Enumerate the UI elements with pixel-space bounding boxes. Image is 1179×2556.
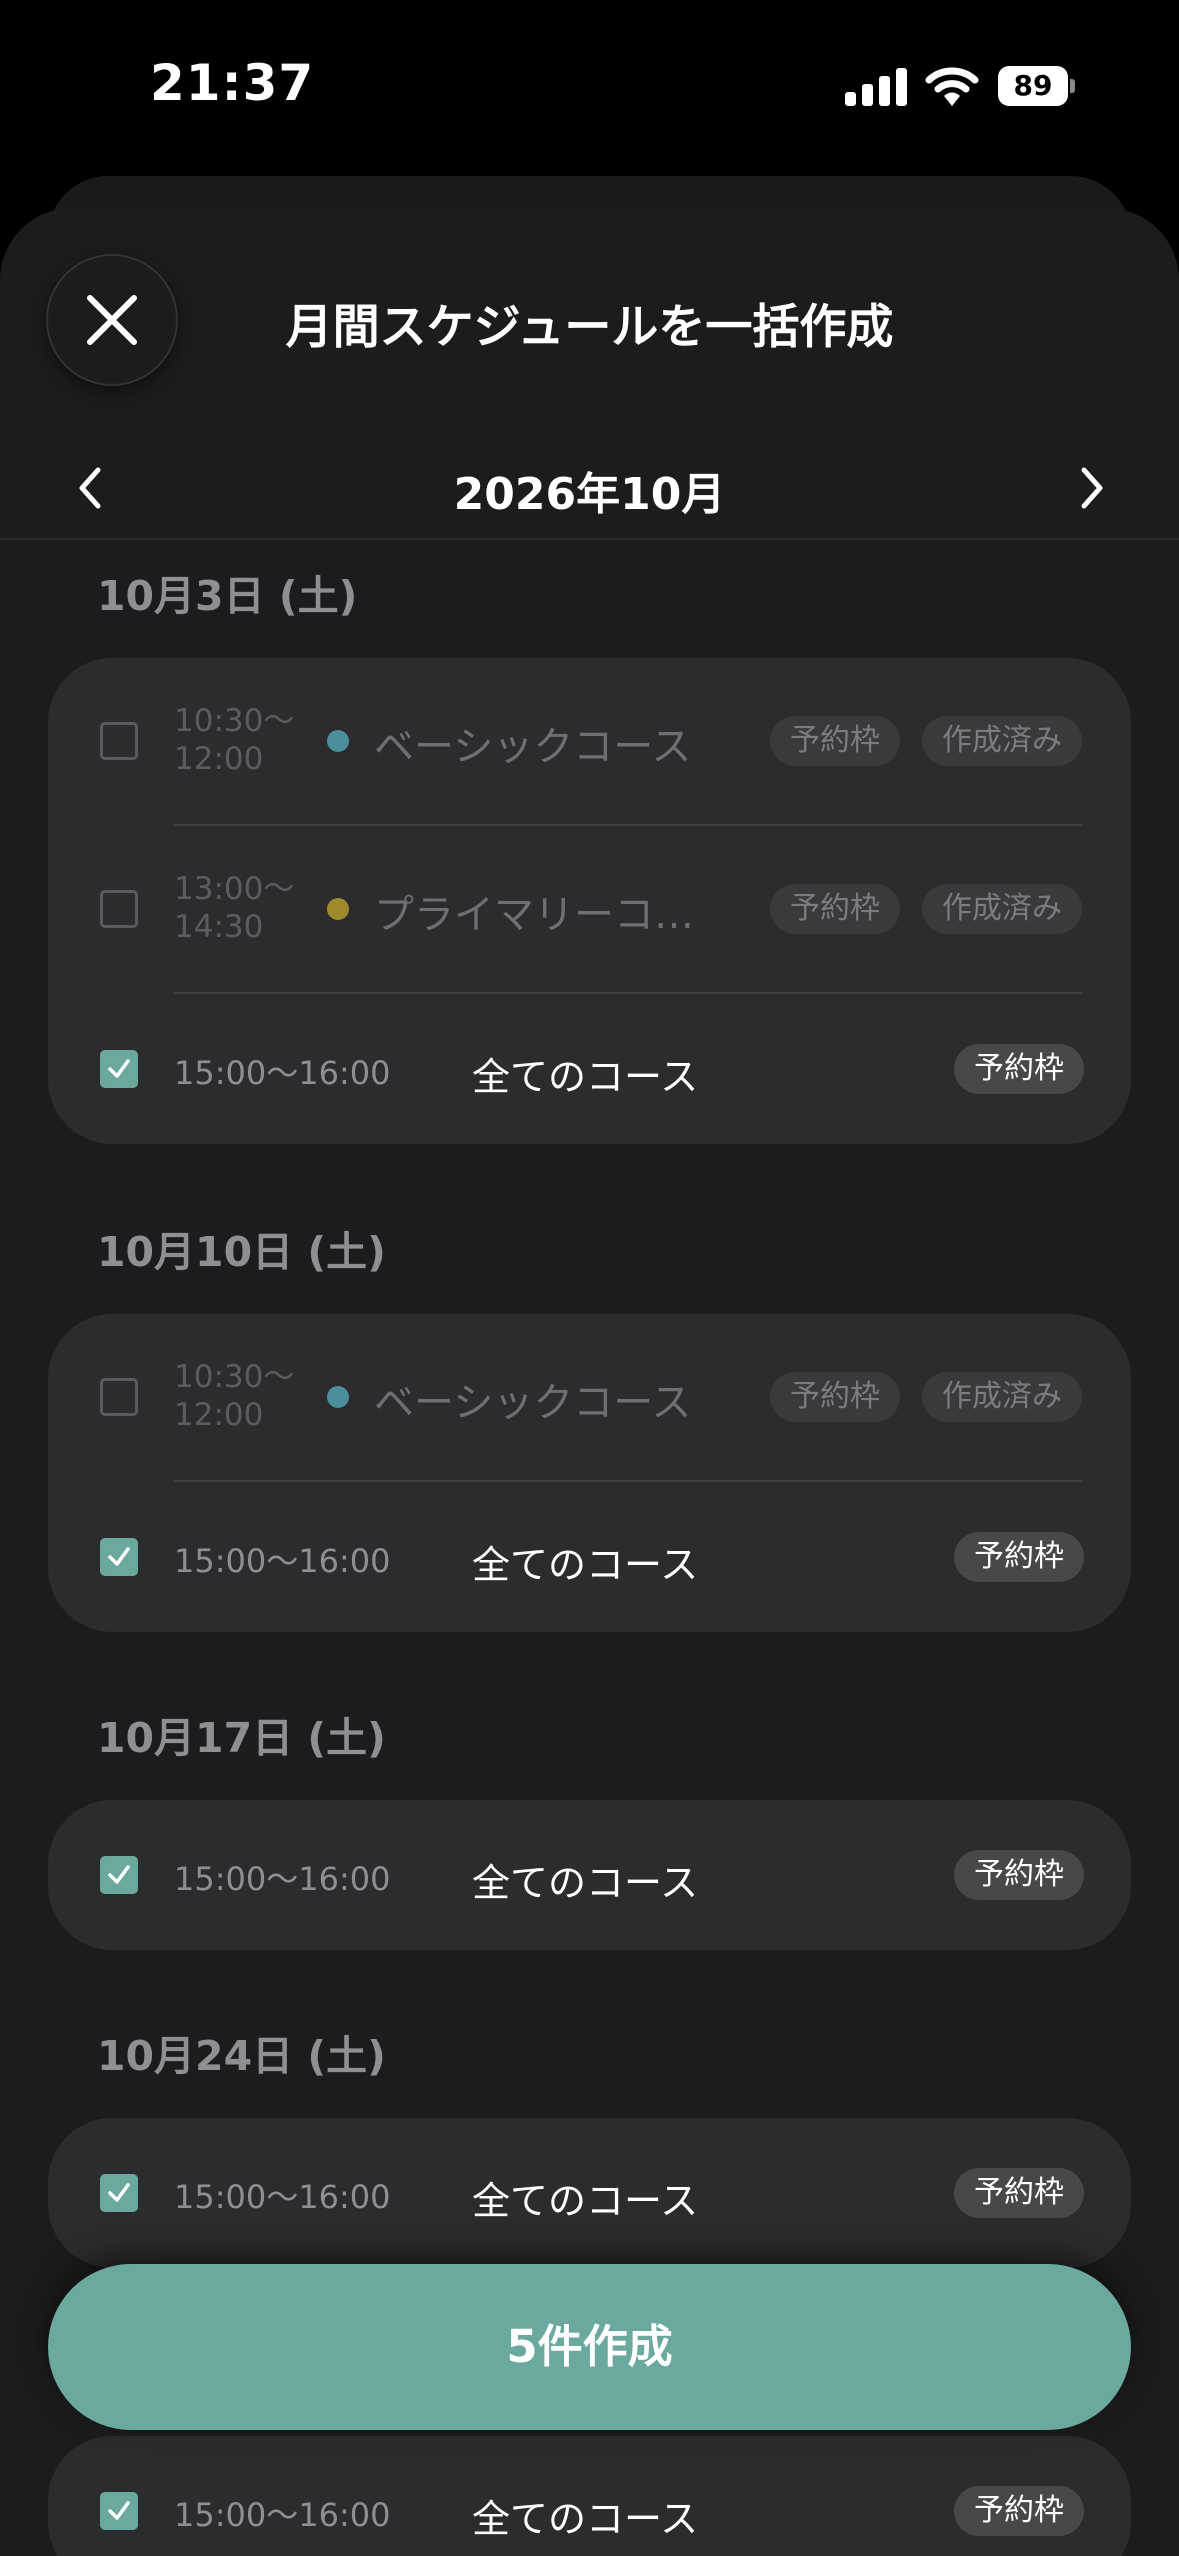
schedule-row[interactable]: 15:00〜16:00 全てのコース 予約枠	[48, 1482, 1131, 1632]
battery-icon: 89	[998, 66, 1075, 106]
month-navigation: 2026年10月	[0, 438, 1179, 540]
reservation-badge: 予約枠	[770, 716, 900, 766]
course-name: 全てのコース	[472, 2179, 699, 2223]
reservation-badge: 予約枠	[954, 1044, 1084, 1094]
reservation-badge: 予約枠	[954, 2486, 1084, 2536]
schedule-list: 10月3日 (土) 10:30〜 12:00 ベーシックコース 予約枠 作成済み…	[0, 542, 1179, 2556]
wifi-icon	[925, 64, 979, 108]
create-button[interactable]: 5件作成	[48, 2264, 1131, 2430]
course-name: ベーシックコース	[374, 1380, 692, 1426]
chevron-right-icon	[1081, 467, 1103, 509]
checkbox-checked[interactable]	[100, 1538, 138, 1576]
date-header: 10月3日 (土)	[97, 572, 358, 620]
next-month-button[interactable]	[1072, 458, 1112, 518]
schedule-row[interactable]: 10:30〜 12:00 ベーシックコース 予約枠 作成済み	[48, 658, 1131, 824]
checkbox-unchecked[interactable]	[100, 1378, 138, 1416]
schedule-row[interactable]: 15:00〜16:00 全てのコース 予約枠	[48, 1800, 1131, 1950]
course-name: プライマリーコ…	[374, 892, 694, 938]
checkbox-unchecked[interactable]	[100, 890, 138, 928]
schedule-row[interactable]: 15:00〜16:00 全てのコース 予約枠	[48, 2118, 1131, 2268]
time-start: 10:30〜	[174, 703, 295, 739]
reservation-badge: 予約枠	[770, 1372, 900, 1422]
checkmark-icon	[108, 1059, 130, 1078]
date-group-card: 15:00〜16:00 全てのコース 予約枠	[48, 2118, 1131, 2268]
created-badge: 作成済み	[922, 884, 1082, 934]
date-group-card: 15:00〜16:00 全てのコース 予約枠	[48, 2436, 1131, 2556]
schedule-sheet: 月間スケジュールを一括作成 2026年10月 10月3日 (土) 10:30〜 …	[0, 208, 1179, 2556]
reservation-badge: 予約枠	[954, 2168, 1084, 2218]
checkbox-checked[interactable]	[100, 2174, 138, 2212]
time-end: 12:00	[174, 741, 264, 777]
status-bar: 21:37 89	[0, 0, 1179, 170]
battery-level: 89	[998, 66, 1068, 106]
cellular-signal-icon	[845, 66, 907, 106]
date-header: 10月10日 (土)	[97, 1228, 386, 1276]
course-color-dot	[327, 1386, 349, 1408]
time-start: 10:30〜	[174, 1359, 295, 1395]
schedule-row[interactable]: 13:00〜 14:30 プライマリーコ… 予約枠 作成済み	[48, 826, 1131, 992]
time-end: 14:30	[174, 909, 264, 945]
time-range: 15:00〜16:00	[174, 2496, 391, 2534]
reservation-badge: 予約枠	[954, 1532, 1084, 1582]
time-range: 15:00〜16:00	[174, 1860, 391, 1898]
checkbox-unchecked[interactable]	[100, 722, 138, 760]
course-name: ベーシックコース	[374, 724, 692, 770]
reservation-badge: 予約枠	[954, 1850, 1084, 1900]
checkbox-checked[interactable]	[100, 2492, 138, 2530]
course-color-dot	[327, 898, 349, 920]
created-badge: 作成済み	[922, 1372, 1082, 1422]
time-range: 15:00〜16:00	[174, 1054, 391, 1092]
time-start: 13:00〜	[174, 871, 295, 907]
checkmark-icon	[108, 1865, 130, 1884]
checkmark-icon	[108, 1547, 130, 1566]
date-header: 10月17日 (土)	[97, 1714, 386, 1762]
sheet-title: 月間スケジュールを一括作成	[285, 300, 894, 355]
checkbox-checked[interactable]	[100, 1856, 138, 1894]
schedule-row[interactable]: 10:30〜 12:00 ベーシックコース 予約枠 作成済み	[48, 1314, 1131, 1480]
course-color-dot	[327, 730, 349, 752]
time-range: 15:00〜16:00	[174, 2178, 391, 2216]
schedule-row[interactable]: 15:00〜16:00 全てのコース 予約枠	[48, 994, 1131, 1144]
date-group-card: 10:30〜 12:00 ベーシックコース 予約枠 作成済み 15:00〜16:…	[48, 1314, 1131, 1632]
reservation-badge: 予約枠	[770, 884, 900, 934]
checkmark-icon	[108, 2183, 130, 2202]
time-range: 15:00〜16:00	[174, 1542, 391, 1580]
checkbox-checked[interactable]	[100, 1050, 138, 1088]
course-name: 全てのコース	[472, 2497, 699, 2541]
course-name: 全てのコース	[472, 1543, 699, 1587]
created-badge: 作成済み	[922, 716, 1082, 766]
checkmark-icon	[108, 2501, 130, 2520]
course-name: 全てのコース	[472, 1861, 699, 1905]
date-header: 10月24日 (土)	[97, 2032, 386, 2080]
date-group-card: 10:30〜 12:00 ベーシックコース 予約枠 作成済み 13:00〜 14…	[48, 658, 1131, 1144]
date-group-card: 15:00〜16:00 全てのコース 予約枠	[48, 1800, 1131, 1950]
schedule-row[interactable]: 15:00〜16:00 全てのコース 予約枠	[48, 2436, 1131, 2556]
time-end: 12:00	[174, 1397, 264, 1433]
status-time: 21:37	[150, 54, 315, 112]
course-name: 全てのコース	[472, 1055, 699, 1099]
month-label: 2026年10月	[453, 469, 726, 520]
